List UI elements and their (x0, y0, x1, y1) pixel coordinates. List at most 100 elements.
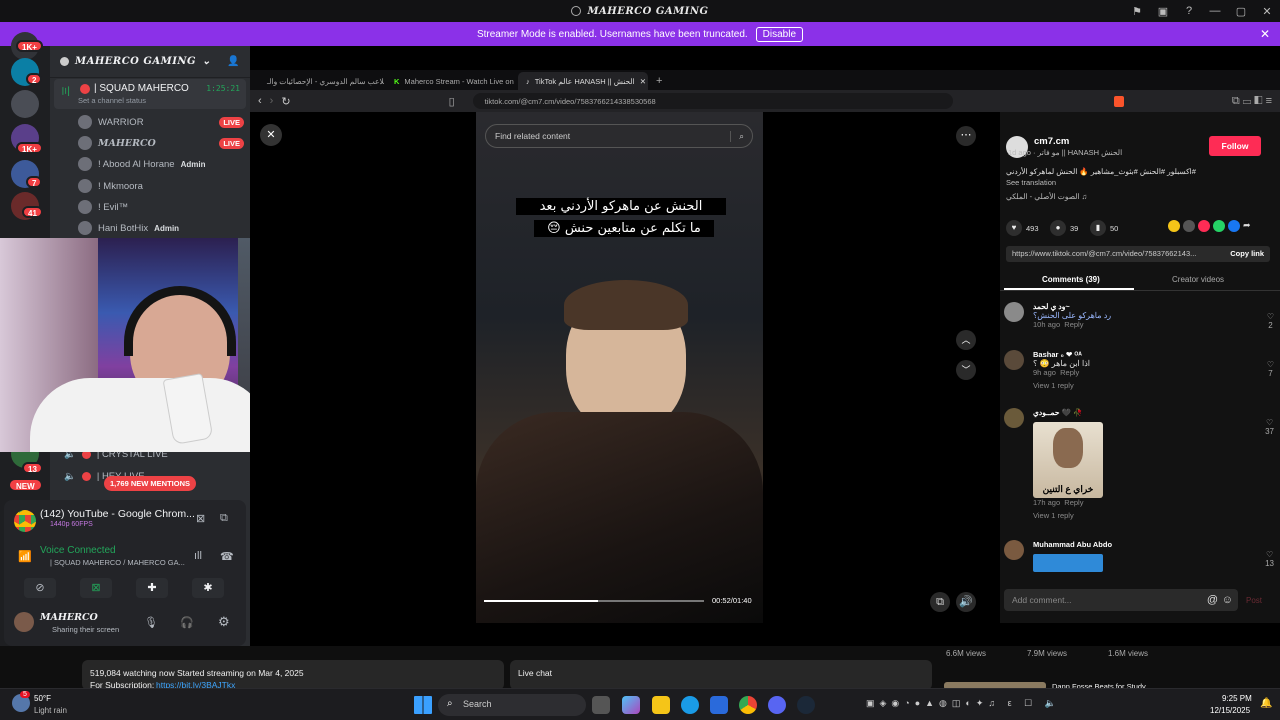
windows-start-icon[interactable] (414, 696, 432, 714)
embed-icon[interactable] (1183, 220, 1195, 232)
view-replies[interactable]: View 1 reply (1033, 381, 1090, 390)
banner-close-icon[interactable]: ✕ (1260, 27, 1270, 41)
comment-author[interactable]: Bashar ₀ ❤ ᴼᴬ (1033, 350, 1090, 359)
weather-temp[interactable]: 50°F (34, 694, 51, 703)
comment-author[interactable]: حمــودي 🖤 🥀 (1033, 408, 1103, 417)
pip-icon[interactable]: ⧉ (930, 592, 950, 612)
progress-track[interactable] (484, 600, 704, 602)
member-item[interactable]: Hani BotHix Admin (54, 221, 244, 235)
see-translation[interactable]: See translation (1006, 178, 1056, 187)
share-icons[interactable]: ➦ (1168, 220, 1251, 232)
like-icon[interactable]: ♡ (1265, 418, 1274, 427)
voice-status[interactable]: Voice Connected (40, 545, 116, 556)
screen-share-icon[interactable]: ⊠ (80, 578, 112, 598)
tab-active[interactable]: ♪ TikTok عالم HANASH || الحنش ✕ (518, 72, 648, 90)
share-arrow-icon[interactable]: ➦ (1243, 220, 1251, 232)
reload-icon[interactable]: ↻ (281, 95, 290, 108)
forward-icon[interactable]: › (270, 95, 274, 107)
author-name[interactable]: cm7.cm (1034, 136, 1069, 147)
tab-comments[interactable]: Comments (39) (1042, 275, 1100, 284)
search-box[interactable]: ⌕ Search (438, 694, 586, 716)
tray-icons[interactable]: ▣◈◉◔●▲◍◫◐✦♫ ε ☐ 🔈 (866, 698, 1061, 709)
chrome-icon[interactable] (739, 696, 757, 714)
clock-time[interactable]: 9:25 PM (1222, 694, 1252, 703)
video-player[interactable]: الحنش عن ماهركو الأردني بعد ما تكلم عن م… (476, 112, 763, 623)
search-input[interactable]: Find related content (495, 131, 570, 141)
comment-icon[interactable]: ● (1050, 220, 1066, 236)
sound-label[interactable]: ♫ الصوت الأصلي - الملكي (1006, 192, 1087, 201)
avatar[interactable] (14, 612, 34, 632)
avatar[interactable] (1004, 540, 1024, 560)
chevron-down-icon[interactable]: ﹀ (956, 360, 976, 380)
headset-icon[interactable]: 🎧 (180, 616, 194, 629)
url-field[interactable]: tiktok.com/@cm7.cm/video/758376621433853… (472, 93, 953, 109)
tab-creator-videos[interactable]: Creator videos (1172, 275, 1224, 284)
steam-icon[interactable] (797, 696, 815, 714)
reply-button[interactable]: Reply (1060, 368, 1079, 377)
member-item[interactable]: ! Evil™ (54, 200, 244, 214)
like-icon[interactable]: ♥ (1006, 220, 1022, 236)
heart-share-icon[interactable] (1198, 220, 1210, 232)
chevron-up-icon[interactable]: ︿ (956, 330, 976, 350)
related-search[interactable]: Find related content ⌕ (485, 124, 753, 148)
disable-button[interactable]: Disable (755, 26, 804, 42)
copy-link-button[interactable]: Copy link (1230, 249, 1264, 258)
facebook-icon[interactable] (1228, 220, 1240, 232)
store-icon[interactable] (710, 696, 728, 714)
new-tab-icon[interactable]: + (650, 75, 668, 90)
disconnect-icon[interactable]: ☎ (220, 550, 234, 563)
channel-status-placeholder[interactable]: Set a channel status (78, 96, 146, 105)
like-icon[interactable]: ♡ (1265, 550, 1274, 559)
soundboard-icon[interactable]: ✱ (192, 578, 224, 598)
avatar[interactable] (1004, 302, 1024, 322)
volume-icon[interactable]: 🔊 (956, 592, 976, 612)
help-icon[interactable]: ? (1176, 5, 1202, 17)
reply-button[interactable]: Reply (1064, 498, 1083, 507)
discord-icon[interactable] (768, 696, 786, 714)
comment-image[interactable] (1033, 554, 1103, 572)
stop-stream-icon[interactable]: ⊠ (196, 512, 205, 525)
search-icon[interactable]: ⌕ (730, 130, 752, 142)
mic-icon[interactable]: 🎙 (144, 616, 158, 629)
back-icon[interactable]: ‹ (258, 95, 262, 107)
weather-desc[interactable]: Light rain (34, 706, 67, 715)
file-explorer-icon[interactable] (652, 696, 670, 714)
follow-button[interactable]: Follow (1209, 136, 1261, 156)
view-replies[interactable]: View 1 reply (1033, 511, 1103, 520)
maximize-button[interactable]: ▢ (1228, 5, 1254, 18)
flag-icon[interactable]: ⚑ (1124, 5, 1150, 18)
more-options-icon[interactable]: ⋯ (956, 126, 976, 146)
tab[interactable]: اللاعب سالم الدوسري - الإحصائيات والـ (254, 72, 384, 90)
comment-sticker[interactable]: خراي ع التنين (1033, 422, 1103, 498)
tab-close-icon[interactable]: ✕ (640, 77, 646, 86)
inbox-icon[interactable]: ▣ (1150, 5, 1176, 18)
new-mentions-pill[interactable]: 1,769 NEW MENTIONS (104, 476, 197, 491)
tab[interactable]: K Maherco Stream - Watch Live on Kick (386, 72, 516, 90)
voice-channel-current[interactable]: 〣 | SQUAD MAHERCO 1:25:21 Set a channel … (54, 79, 246, 109)
task-view-icon[interactable] (592, 696, 610, 714)
add-member-icon[interactable]: 👤 (227, 56, 240, 67)
avatar[interactable] (1004, 408, 1024, 428)
popout-icon[interactable]: ⧉ (220, 512, 228, 525)
reply-button[interactable]: Reply (1064, 320, 1083, 329)
edge-icon[interactable] (681, 696, 699, 714)
add-comment-field[interactable]: Add comment... @ ☺ (1004, 589, 1238, 611)
like-icon[interactable]: ♡ (1267, 360, 1274, 369)
coin-icon[interactable] (1168, 220, 1180, 232)
like-icon[interactable]: ♡ (1267, 312, 1274, 321)
post-button[interactable]: Post (1246, 596, 1262, 605)
noise-icon[interactable]: ıll (194, 550, 202, 562)
comment-author[interactable]: Muhammad Abu Abdo (1033, 540, 1112, 549)
activities-icon[interactable]: ✚ (136, 578, 168, 598)
camera-off-icon[interactable]: ⊘ (24, 578, 56, 598)
emoji-icon[interactable]: ☺ (1222, 594, 1233, 606)
mention-icon[interactable]: @ (1207, 594, 1218, 606)
notification-bell-icon[interactable]: 🔔 (1260, 698, 1272, 709)
whatsapp-icon[interactable] (1213, 220, 1225, 232)
member-item[interactable]: ! Mkmoora (54, 179, 244, 193)
comment-author[interactable]: ود ي لحمد~ (1033, 302, 1111, 311)
server-header[interactable]: MAHERCO GAMING ⌄ 👤 (50, 46, 250, 78)
copilot-icon[interactable] (622, 696, 640, 714)
voice-channel-path[interactable]: | SQUAD MAHERCO / MAHERCO GA... (50, 558, 185, 567)
minimize-button[interactable]: — (1202, 5, 1228, 17)
